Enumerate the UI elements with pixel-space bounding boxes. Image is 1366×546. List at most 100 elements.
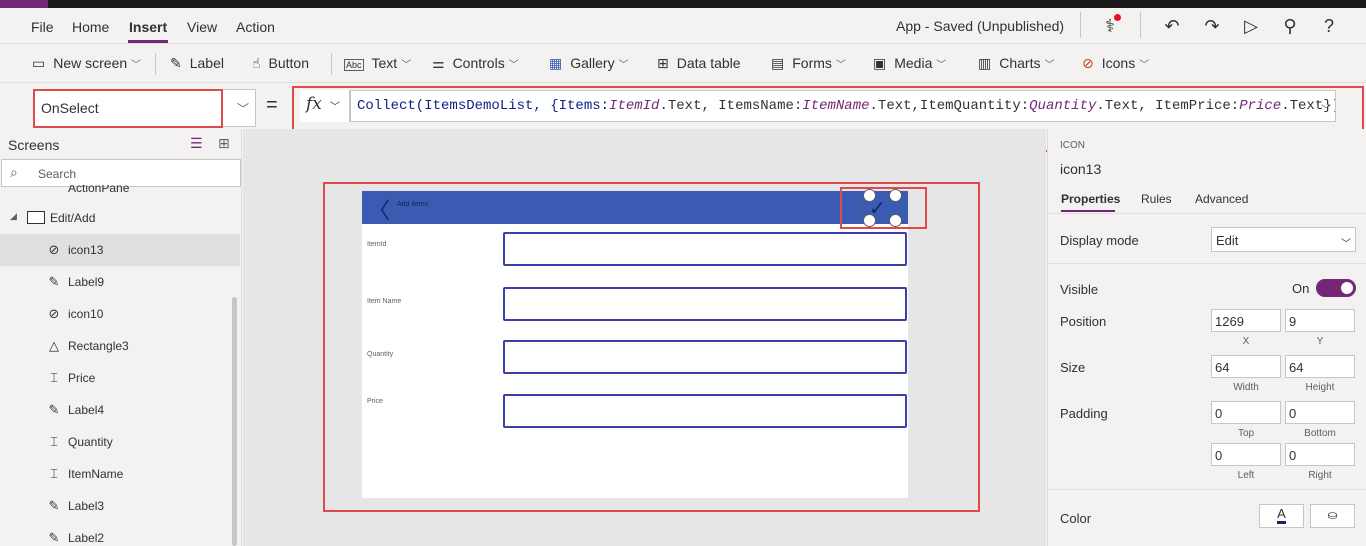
- search-box[interactable]: ⌕ Search: [1, 159, 241, 187]
- display-mode-label: Display mode: [1060, 233, 1139, 248]
- charts-dropdown[interactable]: ▥ Charts ﹀: [978, 55, 1054, 72]
- tree-item-screen[interactable]: ◢ Edit/Add: [0, 202, 240, 234]
- visible-toggle[interactable]: [1316, 279, 1356, 297]
- charts-label: Charts: [999, 55, 1041, 71]
- tree-item[interactable]: ⌶ Price: [0, 362, 240, 394]
- position-y-field[interactable]: 9: [1285, 309, 1355, 332]
- padding-label: Padding: [1060, 406, 1108, 421]
- tree-item-label: Label2: [68, 531, 105, 545]
- color-picker-button[interactable]: A: [1259, 504, 1304, 528]
- stethoscope-icon[interactable]: ⚕: [1098, 14, 1122, 37]
- tree-scrollbar[interactable]: [232, 297, 237, 546]
- text-dropdown[interactable]: Abc Text ﹀: [344, 55, 411, 71]
- chevron-down-icon: ﹀: [236, 102, 249, 116]
- width-field[interactable]: 64: [1211, 355, 1281, 378]
- tree-item[interactable]: ✎ Label4: [0, 394, 240, 426]
- padding-top-value: 0: [1215, 406, 1223, 421]
- data-table-button[interactable]: ⊞ Data table: [657, 55, 741, 72]
- chevron-down-icon: ﹀: [131, 60, 142, 71]
- menu-home[interactable]: Home: [72, 19, 109, 35]
- padding-bottom-field[interactable]: 0: [1285, 401, 1355, 424]
- color-label: Color: [1060, 511, 1092, 526]
- redo-icon[interactable]: ↷: [1200, 16, 1224, 37]
- forms-dropdown[interactable]: ▤ Forms ﹀: [771, 55, 846, 72]
- collapse-icon[interactable]: ◢: [10, 211, 17, 222]
- controls-dropdown[interactable]: ⚌ Controls ﹀: [432, 55, 519, 72]
- fill-color-button[interactable]: ⛀: [1310, 504, 1355, 528]
- tree-item[interactable]: △ Rectangle3: [0, 330, 240, 362]
- tab-rules[interactable]: Rules: [1141, 192, 1172, 206]
- tree-item-label: icon10: [68, 307, 104, 321]
- label-button[interactable]: ✎ Label: [170, 55, 224, 72]
- chevron-down-icon: ﹀: [1044, 60, 1055, 71]
- position-x-value: 1269: [1215, 314, 1244, 329]
- help-icon[interactable]: ?: [1317, 16, 1341, 37]
- label-label: Label: [189, 55, 224, 71]
- size-label: Size: [1060, 360, 1086, 375]
- data-table-label: Data table: [676, 55, 741, 71]
- play-icon[interactable]: ▷: [1239, 16, 1263, 37]
- control-name[interactable]: icon13: [1060, 161, 1101, 177]
- divider: [1048, 213, 1366, 214]
- position-label: Position: [1060, 314, 1107, 329]
- controls-label: Controls: [452, 55, 505, 71]
- tree-item[interactable]: ⊘ icon13: [0, 234, 240, 266]
- icons-dropdown[interactable]: ⊘ Icons ﹀: [1082, 55, 1149, 72]
- forms-icon: ▤: [771, 55, 785, 71]
- tab-advanced[interactable]: Advanced: [1195, 192, 1248, 206]
- padding-top-field[interactable]: 0: [1211, 401, 1281, 424]
- tree-view-panel: Screens ☰ ⊞ ⌕ Search ActionPane ◢ Edit/A…: [0, 129, 242, 546]
- undo-icon[interactable]: ↶: [1160, 16, 1184, 37]
- divider: [1080, 12, 1081, 38]
- position-x-field[interactable]: 1269: [1211, 309, 1281, 332]
- visible-label: Visible: [1060, 282, 1099, 297]
- height-caption: Height: [1305, 382, 1335, 393]
- chevron-down-icon: ﹀: [1139, 60, 1150, 71]
- media-dropdown[interactable]: ▣ Media ﹀: [873, 55, 946, 72]
- menu-insert[interactable]: Insert: [129, 19, 167, 35]
- text-input-icon: ⌶: [50, 466, 58, 481]
- forms-label: Forms: [792, 55, 832, 71]
- label-icon: ✎: [48, 402, 60, 417]
- tree-item[interactable]: ✎ Label3: [0, 490, 240, 522]
- menu-action[interactable]: Action: [236, 19, 275, 35]
- insert-ribbon: ▭ New screen ﹀ ✎ Label ☝ Button Abc Text ﹀ ⚌ Co…: [0, 45, 1366, 83]
- tree-item-label: Label3: [68, 499, 105, 513]
- tree-item[interactable]: ⊘ icon10: [0, 298, 240, 330]
- menu-view[interactable]: View: [187, 19, 217, 35]
- tab-properties[interactable]: Properties: [1061, 192, 1120, 206]
- width-caption: Width: [1233, 382, 1259, 393]
- chevron-down-icon: ﹀: [508, 60, 519, 71]
- menu-bar: File Home Insert View Action App - Saved…: [0, 8, 1366, 44]
- gallery-dropdown[interactable]: ▦ Gallery ﹀: [549, 55, 629, 72]
- tree-item[interactable]: ✎ Label2: [0, 522, 240, 546]
- tree-item[interactable]: ✎ Label9: [0, 266, 240, 298]
- button-label: Button: [268, 55, 310, 71]
- tree-item-label: Rectangle3: [68, 339, 129, 353]
- sort-icon[interactable]: ☰: [190, 135, 203, 152]
- menu-file[interactable]: File: [31, 19, 54, 35]
- app-save-status: App - Saved (Unpublished): [896, 18, 1065, 34]
- padding-left-field[interactable]: 0: [1211, 443, 1281, 466]
- grid-view-icon[interactable]: ⊞: [218, 135, 230, 152]
- tree-item[interactable]: ⌶ ItemName: [0, 458, 240, 490]
- height-field[interactable]: 64: [1285, 355, 1355, 378]
- padding-right-field[interactable]: 0: [1285, 443, 1355, 466]
- tree-item-label: ItemName: [68, 467, 124, 481]
- button-button[interactable]: ☝ Button: [252, 55, 309, 72]
- button-icon: ☝: [252, 55, 261, 71]
- icon-highlight: [840, 187, 927, 229]
- search-input[interactable]: Search: [38, 167, 76, 181]
- properties-panel: ICON icon13 Properties Rules Advanced Di…: [1047, 129, 1366, 546]
- divider: [1048, 263, 1366, 264]
- top-caption: Top: [1237, 428, 1255, 439]
- visible-state: On: [1292, 281, 1310, 296]
- bottom-caption: Bottom: [1304, 428, 1336, 439]
- user-add-icon[interactable]: ⚲: [1278, 16, 1302, 37]
- tree-item-label: Price: [68, 371, 96, 385]
- right-caption: Right: [1308, 470, 1332, 481]
- padding-left-value: 0: [1215, 448, 1223, 463]
- new-screen-button[interactable]: ▭ New screen ﹀: [32, 55, 141, 72]
- tree-item[interactable]: ⌶ Quantity: [0, 426, 240, 458]
- display-mode-dropdown[interactable]: Edit ﹀: [1211, 227, 1356, 252]
